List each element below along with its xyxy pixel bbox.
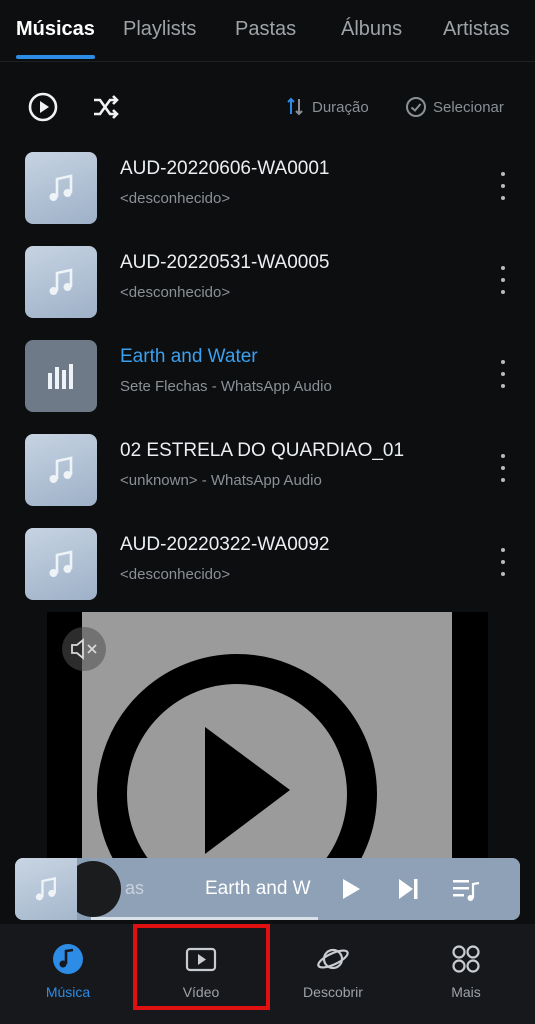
tab-pastas[interactable]: Pastas [235, 18, 296, 41]
tab-musicas[interactable]: Músicas [16, 18, 95, 41]
tab-albuns[interactable]: Álbuns [341, 18, 402, 41]
music-note-icon [49, 174, 73, 201]
track-row-playing[interactable]: Earth and Water Sete Flechas - WhatsApp … [0, 328, 535, 422]
tab-bar: Músicas Playlists Pastas Álbuns Artistas [0, 0, 535, 62]
more-options-icon[interactable] [491, 544, 515, 580]
track-artist: Sete Flechas - WhatsApp Audio [120, 378, 332, 395]
more-options-icon[interactable] [491, 168, 515, 204]
video-ad-player[interactable] [47, 612, 488, 862]
album-art [25, 246, 97, 318]
list-toolbar: Duração Selecionar [0, 80, 535, 134]
mini-progress-bar [91, 917, 319, 920]
mute-icon[interactable] [62, 627, 106, 671]
track-row[interactable]: AUD-20220606-WA0001 <desconhecido> [0, 140, 535, 234]
track-artist: <unknown> - WhatsApp Audio [120, 472, 322, 489]
sort-duration-button[interactable]: Duração [286, 94, 369, 120]
planet-icon [317, 948, 349, 970]
track-row[interactable]: AUD-20220531-WA0005 <desconhecido> [0, 234, 535, 328]
mini-album-art [15, 858, 77, 920]
equalizer-icon [48, 364, 73, 389]
music-note-icon [53, 944, 83, 974]
sort-label: Duração [312, 98, 369, 116]
big-play-icon[interactable] [82, 612, 452, 862]
mini-prev-title: as [125, 878, 145, 898]
music-note-icon [49, 456, 73, 483]
tab-playlists[interactable]: Playlists [123, 18, 196, 41]
album-art [25, 152, 97, 224]
nav-descobrir[interactable]: Descobrir [285, 924, 381, 1024]
mini-player[interactable]: as Earth and W [15, 858, 520, 920]
more-options-icon[interactable] [491, 262, 515, 298]
track-title: AUD-20220606-WA0001 [120, 158, 330, 179]
next-icon[interactable] [393, 874, 423, 904]
sort-icon [287, 97, 303, 116]
select-label: Selecionar [433, 98, 504, 116]
mini-track-title: Earth and W [205, 878, 311, 899]
play-circle-icon[interactable] [27, 91, 59, 123]
music-note-icon [35, 876, 56, 901]
more-options-icon[interactable] [491, 356, 515, 392]
video-play-icon [185, 947, 217, 972]
active-tab-indicator [16, 55, 95, 59]
music-note-icon [49, 550, 73, 577]
nav-label: Música [45, 984, 91, 1000]
track-row[interactable]: AUD-20220322-WA0092 <desconhecido> [0, 516, 535, 610]
grid-icon [452, 945, 480, 973]
nav-label: Mais [451, 984, 481, 1000]
check-circle-icon [406, 97, 426, 117]
queue-icon[interactable] [451, 874, 481, 904]
album-art [25, 340, 97, 412]
track-row[interactable]: 02 ESTRELA DO QUARDIAO_01 <unknown> - Wh… [0, 422, 535, 516]
nav-label: Descobrir [303, 984, 363, 1000]
music-note-icon [49, 268, 73, 295]
track-title: AUD-20220322-WA0092 [120, 534, 330, 555]
more-options-icon[interactable] [491, 450, 515, 486]
music-app-screen: Músicas Playlists Pastas Álbuns Artistas… [0, 0, 535, 1024]
bottom-navigation: Música Vídeo Descobrir Mais [0, 924, 535, 1024]
track-artist: <desconhecido> [120, 284, 231, 301]
album-art [25, 434, 97, 506]
speaker-muted-icon [71, 638, 97, 660]
video-placeholder [82, 612, 452, 862]
track-artist: <desconhecido> [120, 566, 231, 583]
nav-video[interactable]: Vídeo [153, 924, 249, 1024]
track-artist: <desconhecido> [120, 190, 231, 207]
track-title: Earth and Water [120, 346, 258, 367]
select-button[interactable]: Selecionar [405, 94, 504, 120]
nav-musica[interactable]: Música [20, 924, 116, 1024]
shuffle-icon[interactable] [90, 91, 122, 123]
track-title: AUD-20220531-WA0005 [120, 252, 330, 273]
nav-label: Vídeo [182, 984, 220, 1000]
nav-mais[interactable]: Mais [418, 924, 514, 1024]
track-title: 02 ESTRELA DO QUARDIAO_01 [120, 440, 405, 461]
tab-artistas[interactable]: Artistas [443, 18, 510, 41]
album-art [25, 528, 97, 600]
play-icon[interactable] [335, 874, 365, 904]
